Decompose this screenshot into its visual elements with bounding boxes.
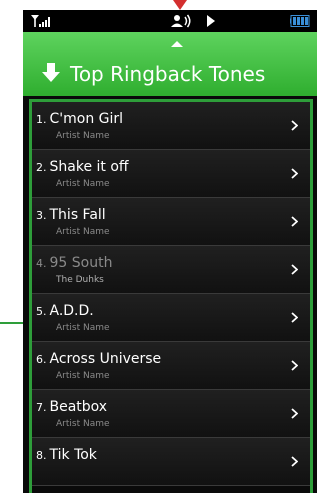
list-item[interactable]: 2. Shake it off Artist Name [32, 150, 310, 198]
item-title: Shake it off [49, 159, 129, 175]
item-title: This Fall [49, 207, 106, 223]
status-bar [23, 10, 317, 32]
media-status-icons [171, 14, 215, 28]
item-subtitle: The Duhks [56, 275, 104, 285]
list-item[interactable]: 8. Tik Tok [32, 438, 310, 486]
item-number: 2. [36, 161, 47, 174]
item-title: C'mon Girl [49, 111, 124, 127]
item-subtitle: Artist Name [56, 419, 110, 429]
item-number: 5. [36, 305, 47, 318]
page-title: Top Ringback Tones [70, 62, 266, 86]
chevron-right-icon [291, 312, 298, 323]
item-subtitle: Artist Name [56, 323, 110, 333]
list-item[interactable]: 7. Beatbox Artist Name [32, 390, 310, 438]
item-number: 1. [36, 113, 47, 126]
download-arrow-icon [42, 63, 60, 82]
item-number: 6. [36, 353, 47, 366]
item-number: 3. [36, 209, 47, 222]
item-number: 4. [36, 257, 47, 270]
signal-icon [31, 15, 50, 27]
list-item[interactable]: 6. Across Universe Artist Name [32, 342, 310, 390]
header-bar: Top Ringback Tones [23, 32, 317, 96]
item-title: Beatbox [49, 399, 108, 415]
item-subtitle: Artist Name [56, 179, 110, 189]
list-item[interactable]: 1. C'mon Girl Artist Name [32, 102, 310, 150]
chevron-right-icon [291, 408, 298, 419]
list-item[interactable]: 5. A.D.D. Artist Name [32, 294, 310, 342]
item-title: 95 South [49, 255, 113, 271]
item-number: 7. [36, 401, 47, 414]
list-item[interactable]: 4. 95 South The Duhks [32, 246, 310, 294]
headset-icon [171, 14, 191, 28]
battery-icon [290, 15, 310, 27]
item-subtitle: Artist Name [56, 371, 110, 381]
chevron-right-icon [291, 264, 298, 275]
play-icon [207, 15, 215, 27]
chevron-up-icon[interactable] [171, 41, 183, 47]
item-subtitle: Artist Name [56, 131, 110, 141]
chevron-right-icon [291, 168, 298, 179]
item-title: Tik Tok [49, 447, 97, 463]
item-subtitle: Artist Name [56, 227, 110, 237]
phone-screen: Top Ringback Tones 1. C'mon Girl Artist N… [23, 10, 317, 493]
item-number: 8. [36, 449, 47, 462]
chevron-right-icon [291, 456, 298, 467]
item-title: Across Universe [49, 351, 162, 367]
chevron-right-icon [291, 360, 298, 371]
annotation-pointer-arrow [173, 0, 187, 10]
list-item[interactable]: 3. This Fall Artist Name [32, 198, 310, 246]
chevron-right-icon [291, 120, 298, 131]
item-title: A.D.D. [49, 303, 94, 319]
chevron-right-icon [291, 216, 298, 227]
ringtone-list[interactable]: 1. C'mon Girl Artist Name 2. Shake it off … [29, 99, 313, 493]
